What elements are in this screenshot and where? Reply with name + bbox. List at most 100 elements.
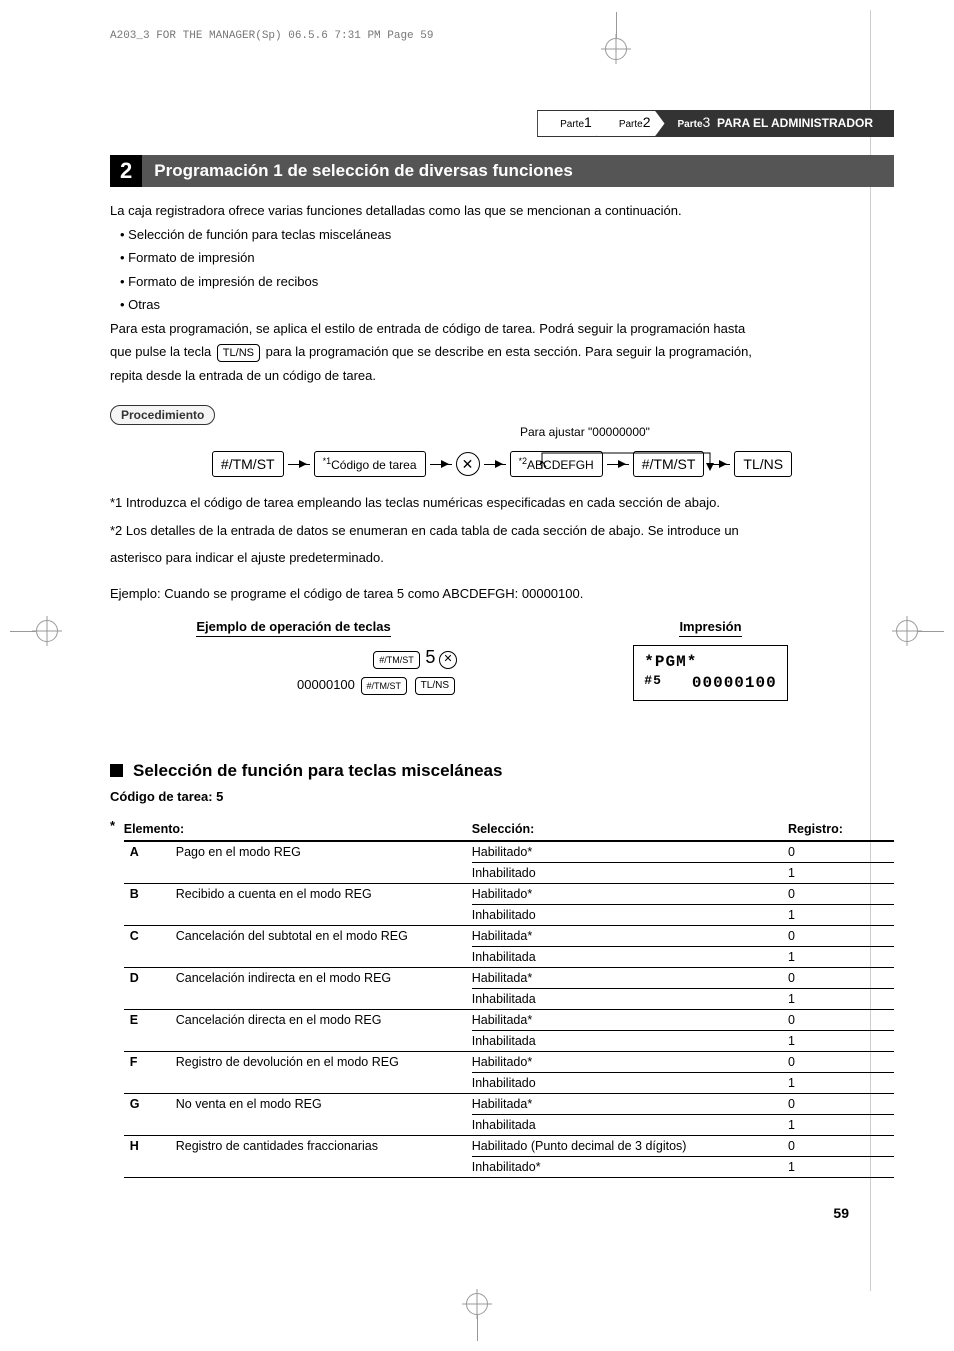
flow-arrow (288, 464, 310, 465)
section-title: Programación 1 de selección de diversas … (142, 155, 894, 187)
cell-selection: Inhabilitada (472, 1030, 788, 1051)
slug-text: A203_3 FOR THE MANAGER(Sp) 06.5.6 7:31 P… (110, 30, 433, 42)
cell-letter: H (124, 1135, 176, 1156)
cell-selection: Inhabilitado (472, 862, 788, 883)
intro-bullet-1: • Selección de función para teclas misce… (120, 225, 894, 245)
cell-description (176, 1114, 472, 1135)
cell-description: No venta en el modo REG (176, 1093, 472, 1114)
footnote-2a: *2 Los detalles de la entrada de datos s… (110, 521, 894, 541)
cell-letter: D (124, 967, 176, 988)
cell-register: 0 (788, 925, 894, 946)
cell-register: 0 (788, 1093, 894, 1114)
cell-letter (124, 946, 176, 967)
flow-diagram: Para ajustar "00000000" #/TM/ST *1Código… (110, 451, 894, 477)
cell-letter (124, 1114, 176, 1135)
cell-selection: Inhabilitado (472, 1072, 788, 1093)
cell-description (176, 1072, 472, 1093)
cell-register: 1 (788, 1156, 894, 1177)
example-print-header: Impresión (679, 619, 741, 637)
cell-description (176, 988, 472, 1009)
keycap-tmst: #/TM/ST (361, 677, 408, 695)
subsection: Selección de función para teclas miscelá… (110, 761, 894, 1178)
intro-para-2a: Para esta programación, se aplica el est… (110, 319, 894, 339)
footnote-1: *1 Introduzca el código de tarea emplean… (110, 493, 894, 513)
keycap-tmst: #/TM/ST (373, 651, 420, 669)
table-row: BRecibido a cuenta en el modo REGHabilit… (124, 883, 894, 904)
intro-para-2c: repita desde la entrada de un código de … (110, 366, 894, 386)
cell-description: Cancelación indirecta en el modo REG (176, 967, 472, 988)
cell-selection: Habilitada* (472, 1009, 788, 1030)
flow-box-task-code: *1Código de tarea (314, 451, 426, 477)
cell-description: Pago en el modo REG (176, 841, 472, 863)
cell-register: 0 (788, 967, 894, 988)
cell-selection: Habilitada* (472, 967, 788, 988)
square-bullet-icon (110, 764, 123, 777)
flow-box-abcdefgh: *2ABCDEFGH (510, 451, 603, 477)
table-row: CCancelación del subtotal en el modo REG… (124, 925, 894, 946)
example-keys-line1: #/TM/ST 5 ✕ (110, 641, 477, 673)
cell-letter (124, 862, 176, 883)
table-row: HRegistro de cantidades fraccionariasHab… (124, 1135, 894, 1156)
intro-bullet-4: • Otras (120, 295, 894, 315)
print-line-2b: 00000100 (692, 673, 777, 694)
table-row: Inhabilitado1 (124, 904, 894, 925)
flow-arrow (708, 464, 730, 465)
cell-register: 0 (788, 1051, 894, 1072)
example-keys-header: Ejemplo de operación de teclas (196, 619, 390, 637)
cell-description (176, 1156, 472, 1177)
cell-letter: E (124, 1009, 176, 1030)
example-keys-line2: 00000100 #/TM/ST TL/NS (110, 673, 477, 696)
cell-selection: Habilitado (Punto decimal de 3 dígitos) (472, 1135, 788, 1156)
intro-bullet-2: • Formato de impresión (120, 248, 894, 268)
flow-arrow (607, 464, 629, 465)
example-row: Ejemplo de operación de teclas #/TM/ST 5… (110, 619, 894, 701)
cell-register: 1 (788, 946, 894, 967)
keycap-tlns: TL/NS (217, 344, 260, 362)
cell-description: Registro de cantidades fraccionarias (176, 1135, 472, 1156)
cell-description: Recibido a cuenta en el modo REG (176, 883, 472, 904)
flow-box-tlns: TL/NS (734, 451, 792, 477)
options-table: Elemento: Selección: Registro: APago en … (124, 818, 894, 1178)
cell-selection: Habilitado* (472, 841, 788, 863)
cell-description (176, 904, 472, 925)
key-digit-5: 5 (425, 647, 435, 667)
table-row: DCancelación indirecta en el modo REGHab… (124, 967, 894, 988)
table-row: Inhabilitada1 (124, 1030, 894, 1051)
flow-arrow (484, 464, 506, 465)
breadcrumb: Parte1 Parte2 Parte3 PARA EL ADMINISTRAD… (110, 110, 894, 137)
print-line-1: *PGM* (644, 652, 776, 673)
cell-letter: A (124, 841, 176, 863)
keycap-tlns: TL/NS (415, 677, 455, 695)
flow-box-tmst-2: #/TM/ST (633, 451, 705, 477)
cell-letter (124, 1072, 176, 1093)
cell-letter (124, 988, 176, 1009)
breadcrumb-part3-active: Parte3 PARA EL ADMINISTRADOR (655, 110, 894, 137)
print-output-box: *PGM* #5 00000100 (633, 645, 787, 701)
cell-letter: F (124, 1051, 176, 1072)
cell-description (176, 1030, 472, 1051)
cell-register: 1 (788, 904, 894, 925)
cell-selection: Inhabilitado* (472, 1156, 788, 1177)
crop-mark-top (605, 12, 627, 60)
cell-letter (124, 1030, 176, 1051)
cell-selection: Inhabilitada (472, 946, 788, 967)
cell-selection: Habilitada* (472, 925, 788, 946)
cell-register: 0 (788, 1009, 894, 1030)
cell-description (176, 946, 472, 967)
table-row: Inhabilitado*1 (124, 1156, 894, 1177)
table-row: Inhabilitada1 (124, 1114, 894, 1135)
cell-description: Registro de devolución en el modo REG (176, 1051, 472, 1072)
table-row: Inhabilitado1 (124, 862, 894, 883)
flow-arrow (430, 464, 452, 465)
cell-letter (124, 1156, 176, 1177)
flow-multiply-key: ✕ (456, 452, 480, 476)
th-selection: Selección: (472, 818, 788, 841)
intro-para-2b: que pulse la tecla TL/NS para la program… (110, 342, 894, 362)
table-row: GNo venta en el modo REGHabilitada*0 (124, 1093, 894, 1114)
print-line-2a: #5 (644, 673, 662, 694)
keycap-multiply: ✕ (439, 651, 457, 669)
cell-selection: Habilitada* (472, 1093, 788, 1114)
section-heading: 2 Programación 1 de selección de diversa… (110, 155, 894, 187)
cell-letter: G (124, 1093, 176, 1114)
subsection-title: Selección de función para teclas miscelá… (110, 761, 894, 781)
